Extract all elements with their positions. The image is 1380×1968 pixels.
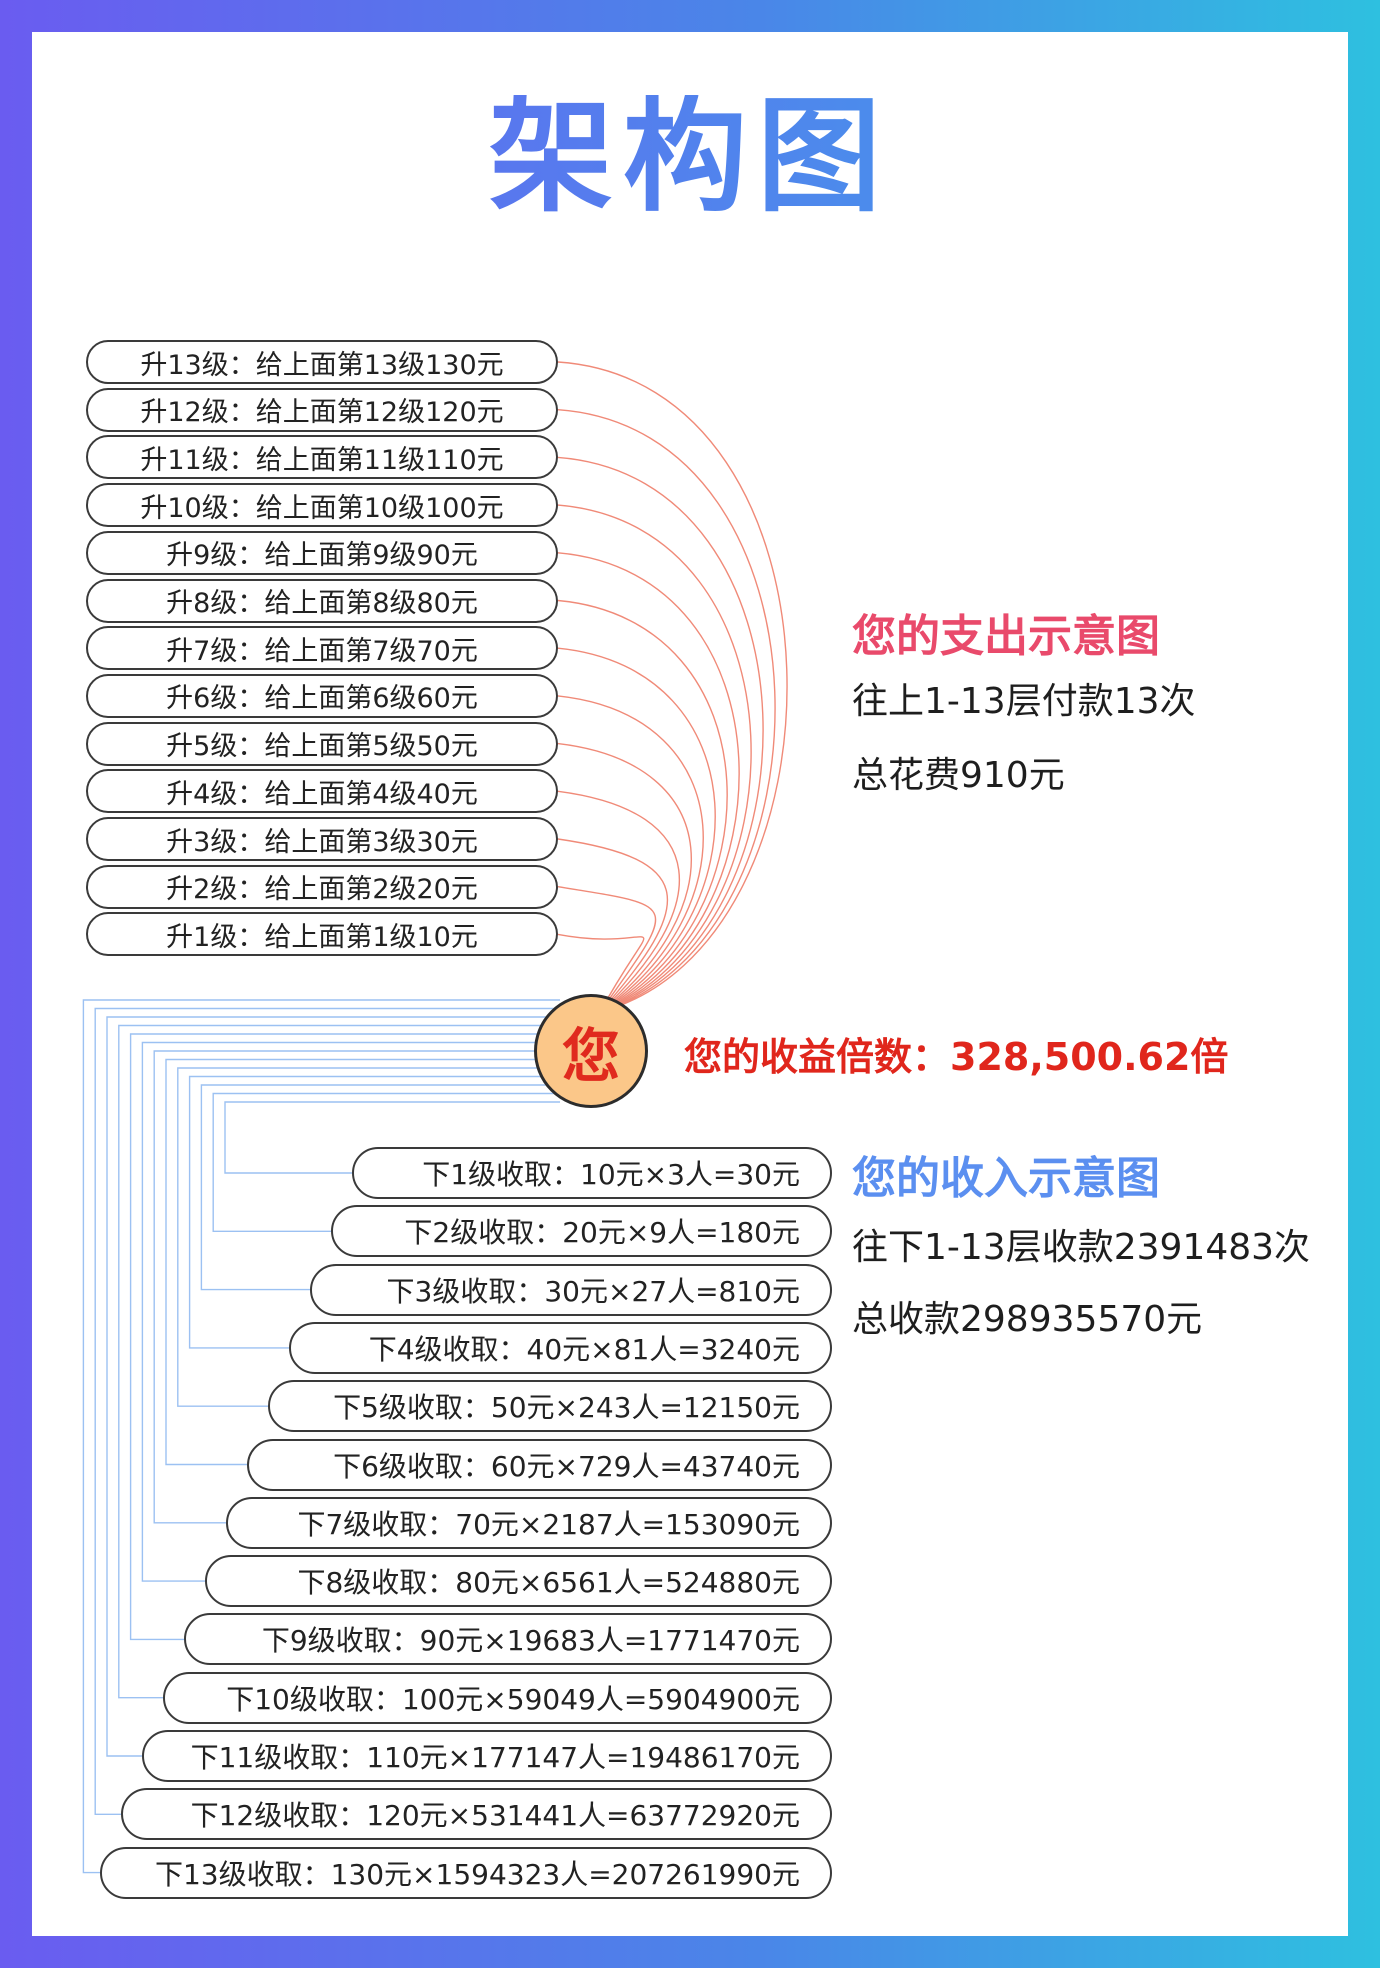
upper-connector [557,409,776,1013]
upgrade-item: 升9级：给上面第9级90元 [86,530,558,575]
expense-line-2: 总花费910元 [852,755,1065,796]
upgrade-item: 升3级：给上面第3级30元 [86,817,558,861]
upgrade-item: 升13级：给上面第13级130元 [86,340,558,384]
income-item: 下10级收取：100元×59049人=5904900元 [163,1671,832,1724]
upper-connector [557,742,692,1013]
income-item: 下8级收取：80元×6561人=524880元 [205,1555,832,1608]
upper-connector [557,504,752,1013]
upgrade-item: 升6级：给上面第6级60元 [86,673,558,718]
income-item: 下12级收取：120元×531441人=63772920元 [121,1788,832,1841]
upgrade-item: 升11级：给上面第11级110元 [86,435,558,480]
income-heading: 您的收入示意图 [852,1153,1160,1204]
upgrade-item: 升1级：给上面第1级10元 [86,912,558,957]
upgrade-item: 升10级：给上面第10级100元 [86,483,558,528]
income-item: 下9级收取：90元×19683人=1771470元 [184,1613,832,1666]
income-item: 下13级收取：130元×1594323人=207261990元 [100,1846,832,1899]
upgrade-item: 升8级：给上面第8级80元 [86,578,558,623]
income-line-2: 总收款298935570元 [852,1299,1203,1340]
income-item: 下1级收取：10元×3人=30元 [352,1147,832,1199]
income-item: 下6级收取：60元×729人=43740元 [247,1438,832,1491]
income-item: 下4级收取：40元×81人=3240元 [289,1321,832,1374]
income-item: 下11级收取：110元×177147人=19486170元 [142,1730,832,1782]
income-line-1: 往下1-13层收款2391483次 [852,1227,1311,1268]
upgrade-item: 升12级：给上面第12级120元 [86,387,558,432]
upgrade-item: 升4级：给上面第4级40元 [86,769,558,814]
upgrade-item: 升7级：给上面第7级70元 [86,626,558,671]
multiplier-text: 您的收益倍数：328,500.62倍 [684,1035,1229,1079]
income-item: 下2级收取：20元×9人=180元 [331,1205,832,1258]
income-item: 下7级收取：70元×2187人=153090元 [226,1496,832,1549]
you-node: 您 [534,994,648,1108]
upgrade-item: 升2级：给上面第2级20元 [86,864,558,909]
expense-heading: 您的支出示意图 [852,611,1160,662]
expense-line-1: 往上1-13层付款13次 [852,681,1196,722]
income-item: 下5级收取：50元×243人=12150元 [268,1380,832,1433]
income-item: 下3级收取：30元×27人=810元 [310,1263,832,1316]
upgrade-item: 升5级：给上面第5级50元 [86,721,558,766]
